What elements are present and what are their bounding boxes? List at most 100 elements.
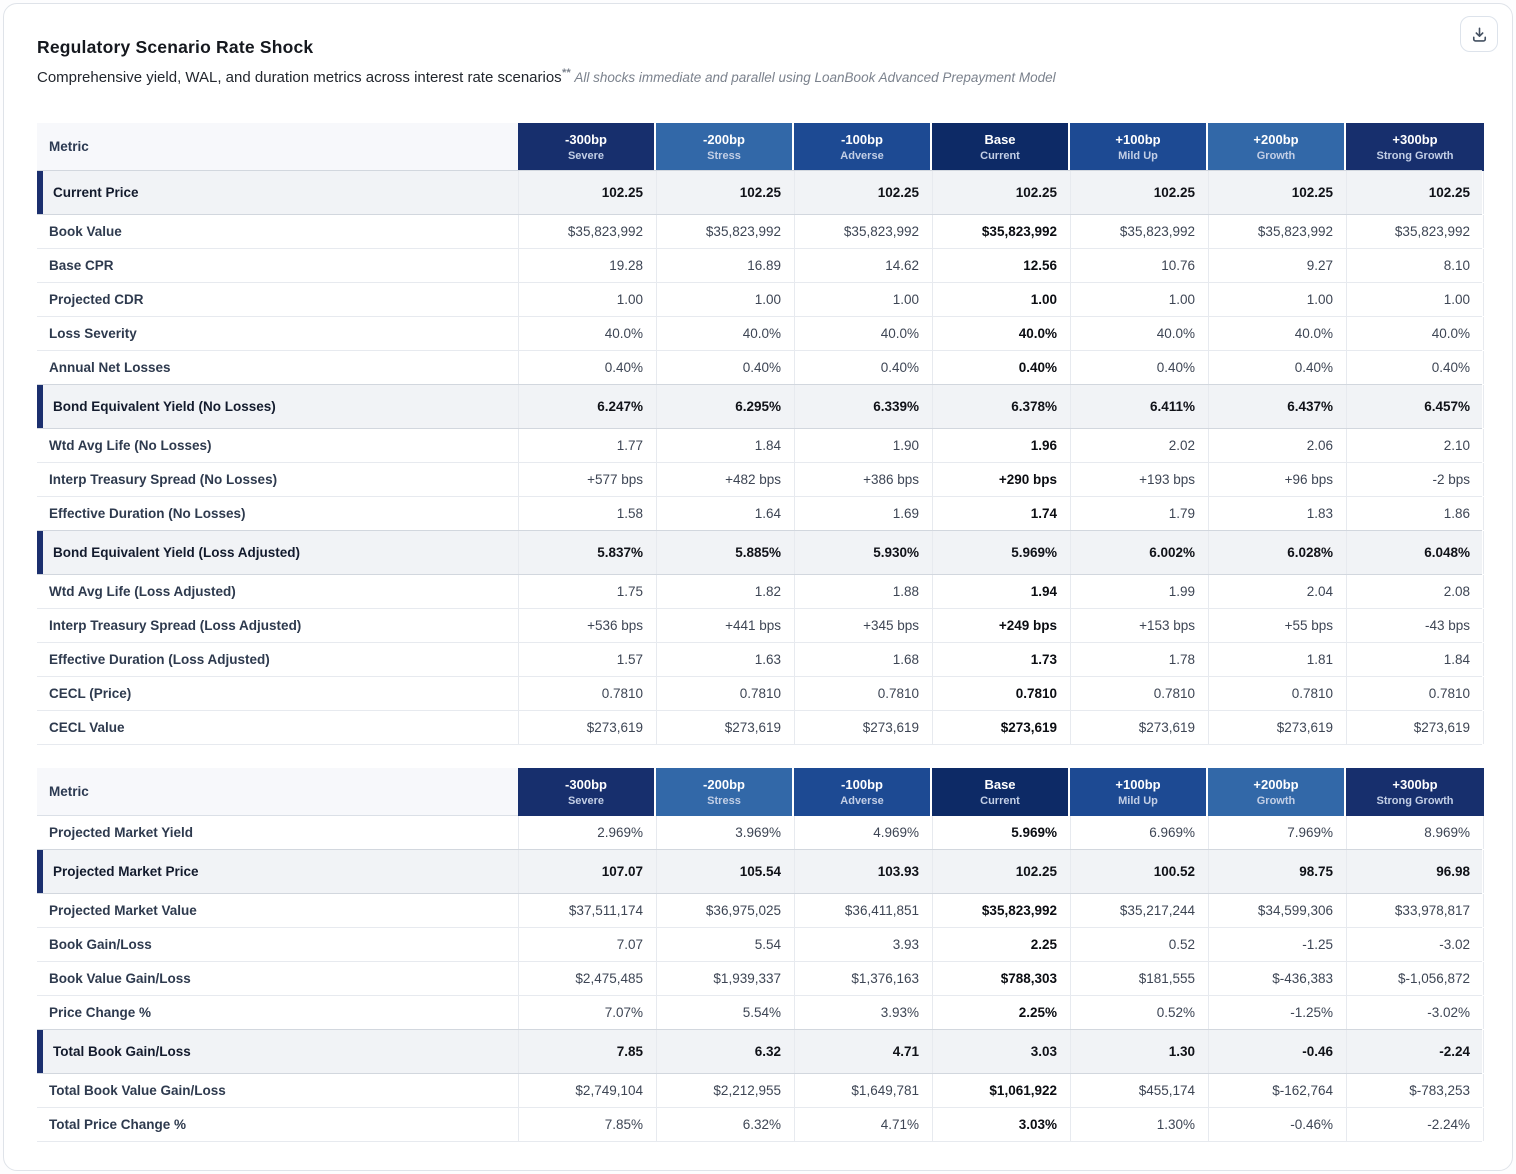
value-cell: 1.86 bbox=[1346, 497, 1484, 530]
value-cell: $35,823,992 bbox=[932, 215, 1070, 248]
download-button[interactable] bbox=[1460, 16, 1498, 52]
value-cell: $1,649,781 bbox=[794, 1074, 932, 1107]
value-cell: 1.00 bbox=[1346, 283, 1484, 316]
value-cell: $273,619 bbox=[1070, 711, 1208, 744]
value-cell: $2,749,104 bbox=[518, 1074, 656, 1107]
value-cell: 1.30 bbox=[1070, 1030, 1208, 1073]
value-cell: $35,823,992 bbox=[932, 894, 1070, 927]
value-cell: $1,061,922 bbox=[932, 1074, 1070, 1107]
scenario-shock-label: +100bp bbox=[1115, 777, 1160, 793]
value-cell: $273,619 bbox=[518, 711, 656, 744]
value-cell: $34,599,306 bbox=[1208, 894, 1346, 927]
value-cell: 1.00 bbox=[794, 283, 932, 316]
metric-label: Book Gain/Loss bbox=[37, 928, 518, 961]
value-cell: 1.63 bbox=[656, 643, 794, 676]
value-cell: 0.40% bbox=[932, 351, 1070, 384]
value-cell: 6.32% bbox=[656, 1108, 794, 1141]
metric-column-header: Metric bbox=[37, 123, 518, 171]
value-cell: 2.25 bbox=[932, 928, 1070, 961]
value-cell: 6.247% bbox=[518, 385, 656, 428]
table-row: Total Book Value Gain/Loss$2,749,104$2,2… bbox=[37, 1074, 1482, 1108]
metric-label: Total Price Change % bbox=[37, 1108, 518, 1141]
value-cell: -0.46% bbox=[1208, 1108, 1346, 1141]
value-cell: 0.7810 bbox=[1346, 677, 1484, 710]
value-cell: 98.75 bbox=[1208, 850, 1346, 893]
value-cell: 96.98 bbox=[1346, 850, 1484, 893]
value-cell: 1.77 bbox=[518, 429, 656, 462]
value-cell: 6.457% bbox=[1346, 385, 1484, 428]
value-cell: 0.52% bbox=[1070, 996, 1208, 1029]
table-header-row: Metric-300bpSevere-200bpStress-100bpAdve… bbox=[37, 123, 1482, 171]
table-row: Annual Net Losses0.40%0.40%0.40%0.40%0.4… bbox=[37, 351, 1482, 385]
value-cell: -0.46 bbox=[1208, 1030, 1346, 1073]
value-cell: 1.82 bbox=[656, 575, 794, 608]
scenario-column-header: +300bpStrong Growth bbox=[1346, 768, 1484, 816]
value-cell: 0.7810 bbox=[794, 677, 932, 710]
value-cell: 3.969% bbox=[656, 816, 794, 849]
scenario-name-label: Strong Growth bbox=[1377, 150, 1454, 162]
value-cell: 4.969% bbox=[794, 816, 932, 849]
scenario-name-label: Growth bbox=[1257, 795, 1296, 807]
value-cell: 1.00 bbox=[1208, 283, 1346, 316]
value-cell: +249 bps bbox=[932, 609, 1070, 642]
value-cell: 6.378% bbox=[932, 385, 1070, 428]
value-cell: 0.52 bbox=[1070, 928, 1208, 961]
value-cell: +536 bps bbox=[518, 609, 656, 642]
scenario-column-header: -100bpAdverse bbox=[794, 768, 932, 816]
value-cell: 6.295% bbox=[656, 385, 794, 428]
scenario-shock-label: -300bp bbox=[565, 132, 607, 148]
value-cell: $35,823,992 bbox=[1208, 215, 1346, 248]
value-cell: 12.56 bbox=[932, 249, 1070, 282]
value-cell: +55 bps bbox=[1208, 609, 1346, 642]
value-cell: 2.10 bbox=[1346, 429, 1484, 462]
scenario-column-header: -100bpAdverse bbox=[794, 123, 932, 171]
value-cell: 102.25 bbox=[518, 171, 656, 214]
metric-label: CECL (Price) bbox=[37, 677, 518, 710]
value-cell: 1.64 bbox=[656, 497, 794, 530]
value-cell: 2.08 bbox=[1346, 575, 1484, 608]
metric-label: Loss Severity bbox=[37, 317, 518, 350]
value-cell: -1.25 bbox=[1208, 928, 1346, 961]
table-row: Projected CDR1.001.001.001.001.001.001.0… bbox=[37, 283, 1482, 317]
value-cell: 3.93 bbox=[794, 928, 932, 961]
value-cell: +441 bps bbox=[656, 609, 794, 642]
value-cell: $-436,383 bbox=[1208, 962, 1346, 995]
scenario-column-header: -300bpSevere bbox=[518, 123, 656, 171]
value-cell: 6.002% bbox=[1070, 531, 1208, 574]
value-cell: 0.40% bbox=[794, 351, 932, 384]
value-cell: $-162,764 bbox=[1208, 1074, 1346, 1107]
metric-label: Wtd Avg Life (No Losses) bbox=[37, 429, 518, 462]
value-cell: 1.73 bbox=[932, 643, 1070, 676]
scenario-column-header: -200bpStress bbox=[656, 123, 794, 171]
value-cell: 6.969% bbox=[1070, 816, 1208, 849]
value-cell: 40.0% bbox=[1208, 317, 1346, 350]
metric-label: Current Price bbox=[37, 171, 518, 214]
scenario-column-header: +300bpStrong Growth bbox=[1346, 123, 1484, 171]
value-cell: 7.07% bbox=[518, 996, 656, 1029]
value-cell: 6.028% bbox=[1208, 531, 1346, 574]
table-row: Bond Equivalent Yield (Loss Adjusted)5.8… bbox=[37, 531, 1482, 575]
scenario-name-label: Mild Up bbox=[1118, 795, 1158, 807]
value-cell: $455,174 bbox=[1070, 1074, 1208, 1107]
scenario-name-label: Current bbox=[980, 150, 1020, 162]
value-cell: $1,376,163 bbox=[794, 962, 932, 995]
value-cell: 0.40% bbox=[1346, 351, 1484, 384]
metric-label: Total Book Gain/Loss bbox=[37, 1030, 518, 1073]
value-cell: 4.71 bbox=[794, 1030, 932, 1073]
value-cell: $181,555 bbox=[1070, 962, 1208, 995]
footnote-marker: ** bbox=[562, 67, 571, 79]
value-cell: 7.85% bbox=[518, 1108, 656, 1141]
scenario-shock-label: +300bp bbox=[1392, 777, 1437, 793]
metric-column-header: Metric bbox=[37, 768, 518, 816]
table-row: Wtd Avg Life (Loss Adjusted)1.751.821.88… bbox=[37, 575, 1482, 609]
value-cell: 40.0% bbox=[518, 317, 656, 350]
scenario-name-label: Mild Up bbox=[1118, 150, 1158, 162]
value-cell: +153 bps bbox=[1070, 609, 1208, 642]
value-cell: $36,411,851 bbox=[794, 894, 932, 927]
value-cell: -3.02% bbox=[1346, 996, 1484, 1029]
value-cell: $37,511,174 bbox=[518, 894, 656, 927]
metric-label: Projected CDR bbox=[37, 283, 518, 316]
value-cell: +345 bps bbox=[794, 609, 932, 642]
scenario-shock-label: +200bp bbox=[1253, 132, 1298, 148]
scenario-name-label: Growth bbox=[1257, 150, 1296, 162]
